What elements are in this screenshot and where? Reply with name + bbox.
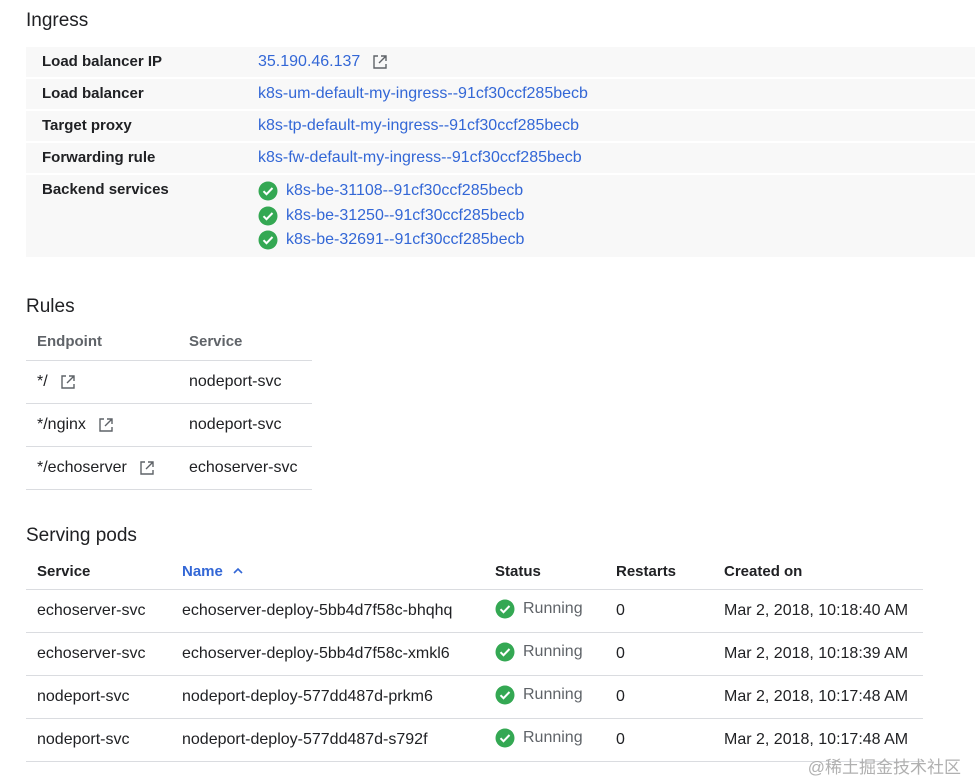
external-link-icon[interactable]	[139, 460, 155, 476]
pod-status: Running	[495, 685, 583, 705]
lb-ip-link[interactable]: 35.190.46.137	[258, 47, 360, 77]
pod-row: nodeport-svc nodeport-deploy-577dd487d-s…	[26, 718, 923, 762]
ingress-title: Ingress	[26, 10, 89, 31]
ingress-row-target-proxy: Target proxy k8s-tp-default-my-ingress--…	[26, 111, 975, 141]
ingress-row-lb-ip: Load balancer IP 35.190.46.137	[26, 47, 975, 77]
pod-status-label: Running	[523, 728, 583, 746]
backend-service-link[interactable]: k8s-be-31108--91cf30ccf285becb	[286, 182, 523, 200]
pod-service: nodeport-svc	[26, 718, 182, 762]
pod-status-label: Running	[523, 685, 583, 703]
endpoint-path: */echoserver	[37, 459, 127, 476]
pod-restarts: 0	[616, 632, 724, 676]
pod-created: Mar 2, 2018, 10:18:39 AM	[724, 632, 923, 676]
pod-service: echoserver-svc	[26, 589, 182, 633]
pod-restarts: 0	[616, 589, 724, 633]
backend-service-item: k8s-be-31108--91cf30ccf285becb	[258, 179, 524, 204]
name-header-label: Name	[182, 562, 223, 580]
rule-service: echoserver-svc	[189, 446, 312, 490]
row-label: Load balancer IP	[42, 53, 163, 70]
rules-row: */nginx nodeport-svc	[26, 403, 312, 447]
name-column-header[interactable]: Name	[182, 553, 495, 590]
service-column-header: Service	[189, 323, 312, 361]
ingress-row-lb: Load balancer k8s-um-default-my-ingress-…	[26, 79, 975, 109]
load-balancer-link[interactable]: k8s-um-default-my-ingress--91cf30ccf285b…	[258, 79, 588, 109]
pod-name[interactable]: echoserver-deploy-5bb4d7f58c-xmkl6	[182, 632, 495, 676]
backend-service-item: k8s-be-32691--91cf30ccf285becb	[258, 228, 524, 253]
rules-table: Endpoint Service */ nodeport-svc */nginx…	[26, 323, 312, 490]
pod-name[interactable]: nodeport-deploy-577dd487d-s792f	[182, 718, 495, 762]
endpoint-column-header: Endpoint	[26, 323, 189, 361]
row-label: Forwarding rule	[42, 149, 156, 166]
target-proxy-link[interactable]: k8s-tp-default-my-ingress--91cf30ccf285b…	[258, 111, 579, 141]
external-link-icon[interactable]	[60, 374, 76, 390]
check-circle-icon	[495, 642, 515, 661]
endpoint-path: */	[37, 373, 48, 390]
ingress-details: Load balancer IP 35.190.46.137 Load bala…	[26, 47, 975, 259]
ingress-row-backend-services: Backend services k8s-be-31108--91cf30ccf…	[26, 175, 975, 257]
endpoint-path: */nginx	[37, 416, 86, 433]
pod-service: nodeport-svc	[26, 675, 182, 719]
watermark-text: @稀土掘金技术社区	[807, 758, 961, 777]
pod-row: nodeport-svc nodeport-deploy-577dd487d-p…	[26, 675, 923, 719]
pod-name[interactable]: nodeport-deploy-577dd487d-prkm6	[182, 675, 495, 719]
backend-service-link[interactable]: k8s-be-31250--91cf30ccf285becb	[286, 207, 524, 225]
pod-restarts: 0	[616, 718, 724, 762]
rule-service: nodeport-svc	[189, 403, 312, 447]
check-circle-icon	[258, 181, 278, 201]
pod-service: echoserver-svc	[26, 632, 182, 676]
row-label: Load balancer	[42, 85, 144, 102]
rules-header-row: Endpoint Service	[26, 323, 312, 361]
pod-status: Running	[495, 642, 583, 662]
rules-row: */echoserver echoserver-svc	[26, 446, 312, 490]
ingress-row-forwarding-rule: Forwarding rule k8s-fw-default-my-ingres…	[26, 143, 975, 173]
pod-status-label: Running	[523, 599, 583, 617]
pod-row: echoserver-svc echoserver-deploy-5bb4d7f…	[26, 589, 923, 633]
check-circle-icon	[258, 230, 278, 250]
service-column-header[interactable]: Service	[26, 553, 182, 590]
rules-title: Rules	[26, 296, 75, 317]
pod-created: Mar 2, 2018, 10:18:40 AM	[724, 589, 923, 633]
created-column-header[interactable]: Created on	[724, 553, 923, 590]
pod-status: Running	[495, 728, 583, 748]
check-circle-icon	[495, 685, 515, 704]
check-circle-icon	[258, 206, 278, 226]
forwarding-rule-link[interactable]: k8s-fw-default-my-ingress--91cf30ccf285b…	[258, 143, 582, 173]
serving-pods-table: Service Name Status Restarts Created on …	[26, 553, 923, 762]
pod-row: echoserver-svc echoserver-deploy-5bb4d7f…	[26, 632, 923, 676]
pods-header-row: Service Name Status Restarts Created on	[26, 553, 923, 590]
pod-restarts: 0	[616, 675, 724, 719]
external-link-icon[interactable]	[98, 417, 114, 433]
row-label: Target proxy	[42, 117, 132, 134]
status-column-header[interactable]: Status	[495, 553, 616, 590]
rule-service: nodeport-svc	[189, 360, 312, 404]
sort-ascending-icon	[233, 567, 243, 574]
check-circle-icon	[495, 599, 515, 618]
pod-created: Mar 2, 2018, 10:17:48 AM	[724, 675, 923, 719]
external-link-icon[interactable]	[372, 54, 388, 70]
check-circle-icon	[495, 728, 515, 747]
rules-row: */ nodeport-svc	[26, 360, 312, 404]
serving-pods-title: Serving pods	[26, 525, 137, 546]
restarts-column-header[interactable]: Restarts	[616, 553, 724, 590]
row-label: Backend services	[42, 181, 169, 198]
backend-service-item: k8s-be-31250--91cf30ccf285becb	[258, 204, 524, 229]
pod-name[interactable]: echoserver-deploy-5bb4d7f58c-bhqhq	[182, 589, 495, 633]
pod-status-label: Running	[523, 642, 583, 660]
pod-status: Running	[495, 599, 583, 619]
backend-service-link[interactable]: k8s-be-32691--91cf30ccf285becb	[286, 231, 524, 249]
